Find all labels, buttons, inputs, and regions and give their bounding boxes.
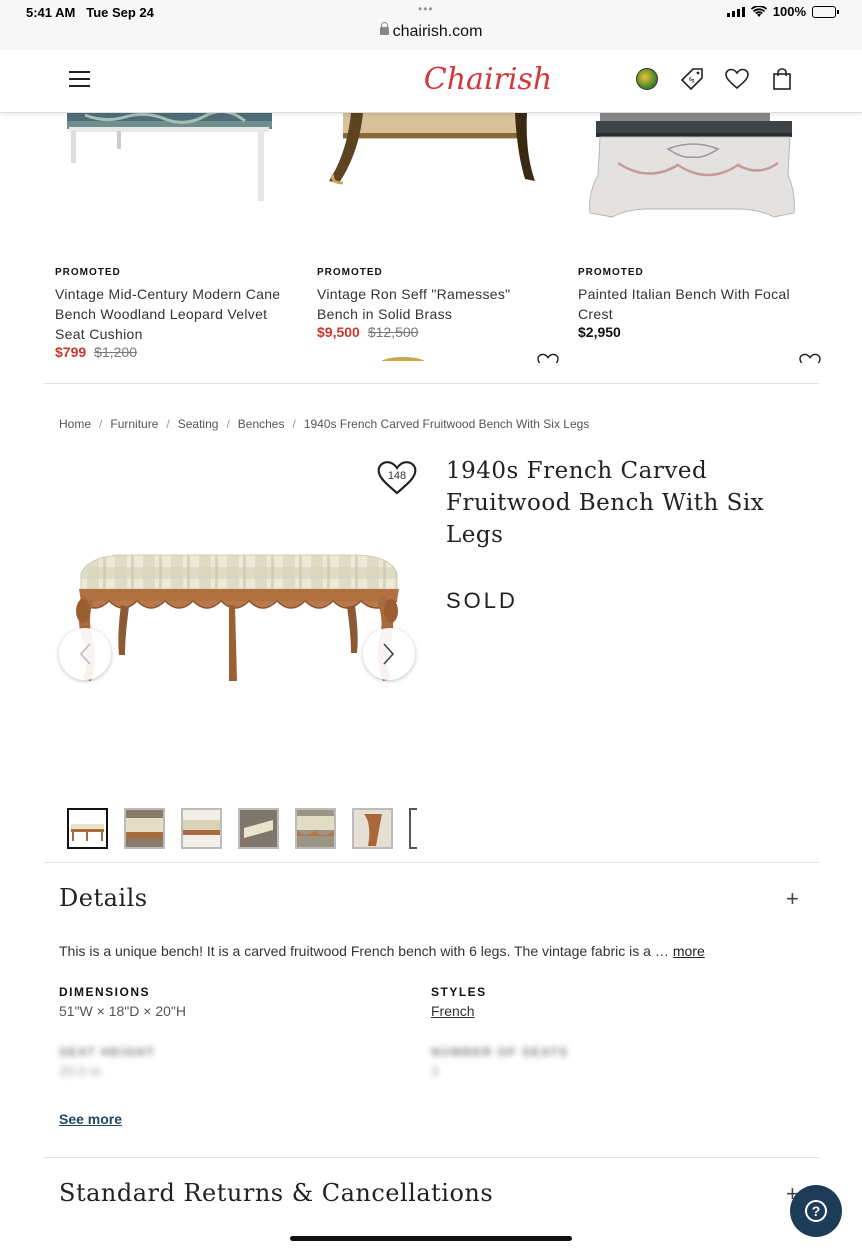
heart-icon[interactable]	[799, 353, 821, 363]
cart-bag-icon[interactable]	[770, 67, 794, 91]
promoted-tag: PROMOTED	[317, 267, 383, 278]
number-of-seats-label: NUMBER OF SEATS	[431, 1045, 569, 1059]
product-title: 1940s French Carved Fruitwood Bench With…	[446, 458, 765, 548]
details-heading[interactable]: Details	[59, 884, 148, 912]
see-more-link[interactable]: See more	[59, 1111, 122, 1127]
promoted-old-price: $12,500	[367, 324, 419, 340]
thumbnail-strip	[67, 808, 417, 849]
expand-plus-icon[interactable]: +	[786, 886, 799, 912]
next-row-image-partial	[378, 353, 428, 361]
next-image-button[interactable]	[363, 628, 415, 680]
browser-dots[interactable]: •••	[418, 2, 434, 16]
help-button[interactable]: ?	[790, 1185, 842, 1237]
battery-percent: 100%	[772, 4, 806, 19]
signal-icon	[726, 6, 745, 17]
description-text: This is a unique bench! It is a carved f…	[59, 943, 669, 959]
promoted-item[interactable]: PROMOTED Vintage Ron Seff "Ramesses" Ben…	[317, 113, 547, 340]
dimensions-value: 51"W × 18"D × 20"H	[59, 1003, 186, 1019]
favorites-heart-icon[interactable]	[725, 67, 749, 91]
promoted-item-image[interactable]	[317, 113, 547, 251]
status-indicators: 100%	[726, 4, 839, 19]
prev-image-button[interactable]	[59, 628, 111, 680]
promoted-tag: PROMOTED	[55, 267, 121, 278]
status-bar: 5:41 AM Tue Sep 24 ••• chairish.com 100%	[0, 0, 862, 50]
promoted-price: $799	[55, 344, 87, 360]
thumbnail[interactable]	[352, 808, 393, 849]
help-question-icon: ?	[805, 1200, 827, 1222]
breadcrumb-current: 1940s French Carved Fruitwood Bench With…	[303, 417, 590, 431]
breadcrumb: Home / Furniture / Seating / Benches/ 1940s…	[59, 417, 590, 431]
returns-heading[interactable]: Standard Returns & Cancellations	[59, 1179, 493, 1207]
site-header: Chairish $	[0, 50, 862, 113]
divider	[44, 383, 819, 384]
seat-height-value: 20.0 in	[59, 1063, 102, 1079]
promoted-item-name[interactable]: Vintage Ron Seff "Ramesses" Bench in Sol…	[317, 284, 547, 324]
breadcrumb-home[interactable]: Home	[59, 417, 91, 431]
sale-tag-icon[interactable]: $	[680, 67, 704, 91]
promoted-item-name[interactable]: Vintage Mid-Century Modern Cane Bench Wo…	[55, 284, 285, 344]
sold-status: SOLD	[446, 588, 518, 613]
promoted-price: $9,500	[317, 324, 360, 340]
thumbnail[interactable]	[67, 808, 108, 849]
rewards-badge-icon[interactable]	[635, 67, 659, 91]
chevron-right-icon	[383, 643, 395, 665]
styles-link[interactable]: French	[431, 1003, 475, 1019]
more-link[interactable]: more	[673, 943, 705, 959]
breadcrumb-furniture[interactable]: Furniture	[110, 417, 158, 431]
promoted-item-image[interactable]	[578, 113, 808, 251]
thumbnail[interactable]	[181, 808, 222, 849]
thumbnail[interactable]	[238, 808, 279, 849]
status-time: 5:41 AM Tue Sep 24	[26, 5, 154, 20]
wifi-icon	[750, 5, 767, 17]
thumbnail[interactable]	[295, 808, 336, 849]
dimensions-label: DIMENSIONS	[59, 985, 151, 999]
promoted-item[interactable]: PROMOTED Painted Italian Bench With Foca…	[578, 113, 808, 340]
thumbnail[interactable]	[124, 808, 165, 849]
product-description: This is a unique bench! It is a carved f…	[59, 943, 705, 959]
promoted-item-name[interactable]: Painted Italian Bench With Focal Crest	[578, 284, 808, 324]
url-text: chairish.com	[392, 23, 483, 40]
number-of-seats-value: 3	[431, 1063, 439, 1079]
thumbnail-partial[interactable]	[409, 808, 417, 849]
heart-icon[interactable]	[537, 353, 559, 363]
lock-icon	[379, 22, 389, 35]
promoted-item[interactable]: PROMOTED Vintage Mid-Century Modern Cane…	[55, 113, 285, 360]
product-main-image[interactable]	[59, 455, 415, 800]
battery-icon	[812, 5, 839, 18]
promoted-item-image[interactable]	[55, 113, 285, 251]
favorite-count: 148	[387, 470, 407, 482]
breadcrumb-benches[interactable]: Benches	[238, 417, 285, 431]
divider	[44, 862, 819, 863]
seat-height-label: SEAT HEIGHT	[59, 1045, 156, 1059]
chevron-left-icon	[79, 643, 91, 665]
svg-text:$: $	[687, 75, 697, 85]
promoted-tag: PROMOTED	[578, 267, 644, 278]
divider	[44, 1157, 819, 1158]
url-bar[interactable]: chairish.com	[0, 22, 862, 41]
promoted-price: $2,950	[578, 324, 621, 340]
styles-label: STYLES	[431, 985, 487, 999]
breadcrumb-seating[interactable]: Seating	[178, 417, 219, 431]
promoted-carousel: PROMOTED Vintage Mid-Century Modern Cane…	[0, 113, 862, 383]
promoted-old-price: $1,200	[94, 344, 137, 360]
home-indicator[interactable]	[290, 1236, 572, 1241]
